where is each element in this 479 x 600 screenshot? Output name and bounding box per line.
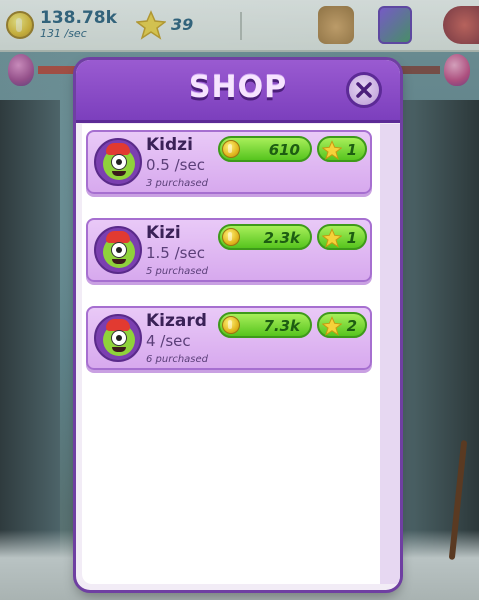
coins-rate: 131 /sec: [40, 27, 87, 40]
coin-price: 2.3k: [263, 229, 300, 247]
buy-with-stars-button[interactable]: 1: [317, 136, 367, 162]
rock-right: [399, 100, 479, 600]
item-name: Kidzi: [146, 135, 193, 155]
coins-value: 138.78k: [40, 8, 117, 28]
stars-value: 39: [171, 15, 194, 34]
close-icon: [356, 82, 372, 98]
money-bag-icon[interactable]: [318, 6, 354, 44]
buy-with-coins-button[interactable]: 7.3k: [218, 312, 312, 338]
item-rate: 4 /sec: [146, 332, 191, 350]
star-icon: [322, 140, 342, 160]
egg-icon: [444, 54, 470, 86]
item-rate: 0.5 /sec: [146, 156, 205, 174]
egg-icon: [8, 54, 34, 86]
buy-with-coins-button[interactable]: 2.3k: [218, 224, 312, 250]
hud-divider: [240, 12, 242, 40]
egg-progress-bar: [400, 66, 440, 74]
coin-price: 610: [268, 141, 300, 159]
star-price: 1: [346, 229, 357, 247]
star-price: 2: [346, 317, 357, 335]
star-icon: [136, 10, 166, 40]
coin-icon: [222, 316, 240, 334]
shop-item-kidzi: Kidzi 0.5 /sec 3 purchased 610 1: [86, 130, 372, 194]
item-purchased-count: 5 purchased: [146, 266, 209, 277]
shop-item-kizard: Kizard 4 /sec 6 purchased 7.3k 2: [86, 306, 372, 370]
coin-price: 7.3k: [263, 317, 300, 335]
egg-icon[interactable]: [443, 6, 479, 44]
book-icon[interactable]: [378, 6, 412, 44]
shop-list: Kidzi 0.5 /sec 3 purchased 610 1 Kizi 1.…: [82, 124, 394, 584]
star-price: 1: [346, 141, 357, 159]
shop-dialog: SHOP Kidzi 0.5 /sec 3 purchased 610 1 Ki…: [76, 60, 400, 590]
egg-progress-bar: [38, 66, 78, 74]
coin-icon: [222, 228, 240, 246]
coin-icon: [222, 140, 240, 158]
item-purchased-count: 3 purchased: [146, 178, 209, 189]
shop-scrollbar[interactable]: [380, 124, 400, 584]
top-hud: 138.78k 131 /sec 39: [0, 0, 479, 52]
star-icon: [322, 228, 342, 248]
rock-left: [0, 100, 60, 600]
item-name: Kizard: [146, 311, 207, 331]
buy-with-stars-button[interactable]: 1: [317, 224, 367, 250]
shop-header: SHOP: [76, 60, 400, 123]
kizard-avatar: [94, 314, 142, 362]
close-button[interactable]: [346, 72, 382, 108]
star-icon: [322, 316, 342, 336]
buy-with-coins-button[interactable]: 610: [218, 136, 312, 162]
kidzi-avatar: [94, 138, 142, 186]
shop-item-kizi: Kizi 1.5 /sec 5 purchased 2.3k 1: [86, 218, 372, 282]
item-purchased-count: 6 purchased: [146, 354, 209, 365]
item-name: Kizi: [146, 223, 181, 243]
coin-icon: [6, 11, 34, 39]
item-rate: 1.5 /sec: [146, 244, 205, 262]
kizi-avatar: [94, 226, 142, 274]
buy-with-stars-button[interactable]: 2: [317, 312, 367, 338]
